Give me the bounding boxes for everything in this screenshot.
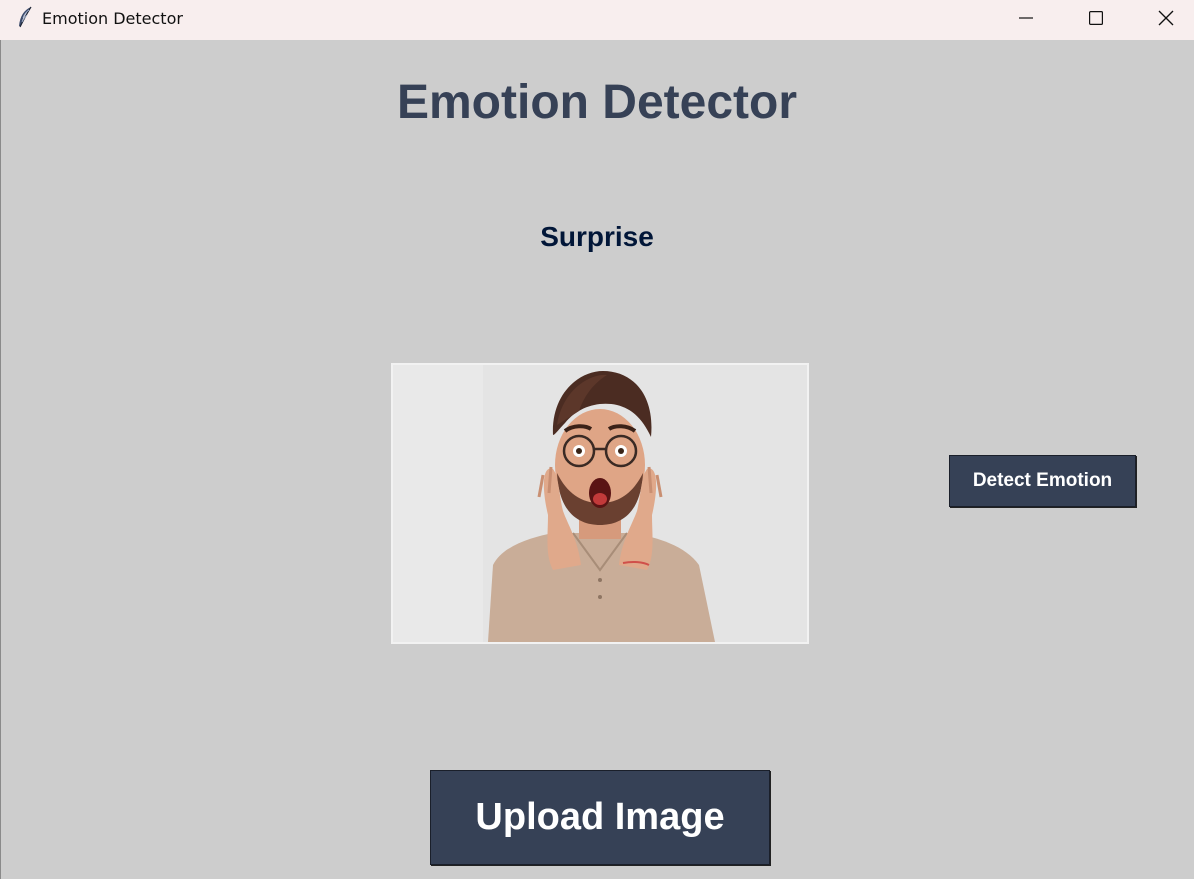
close-icon bbox=[1158, 10, 1174, 26]
app-window: Emotion Detector Emotion Detector Surpri… bbox=[0, 0, 1194, 879]
emotion-result-label: Surprise bbox=[540, 221, 654, 252]
minimize-button[interactable] bbox=[991, 0, 1061, 36]
close-button[interactable] bbox=[1131, 0, 1194, 36]
maximize-button[interactable] bbox=[1061, 0, 1131, 36]
detect-emotion-button[interactable]: Detect Emotion bbox=[949, 455, 1136, 507]
page-title: Emotion Detector bbox=[396, 76, 798, 129]
upload-image-button[interactable]: Upload Image bbox=[430, 770, 770, 865]
surprised-man-photo bbox=[393, 365, 807, 642]
window-title: Emotion Detector bbox=[42, 9, 183, 28]
uploaded-image bbox=[391, 363, 809, 644]
feather-icon bbox=[16, 6, 34, 30]
title-bar[interactable]: Emotion Detector bbox=[0, 0, 1194, 40]
window-border bbox=[0, 40, 1, 879]
minimize-icon bbox=[1019, 11, 1033, 25]
maximize-icon bbox=[1089, 11, 1103, 25]
